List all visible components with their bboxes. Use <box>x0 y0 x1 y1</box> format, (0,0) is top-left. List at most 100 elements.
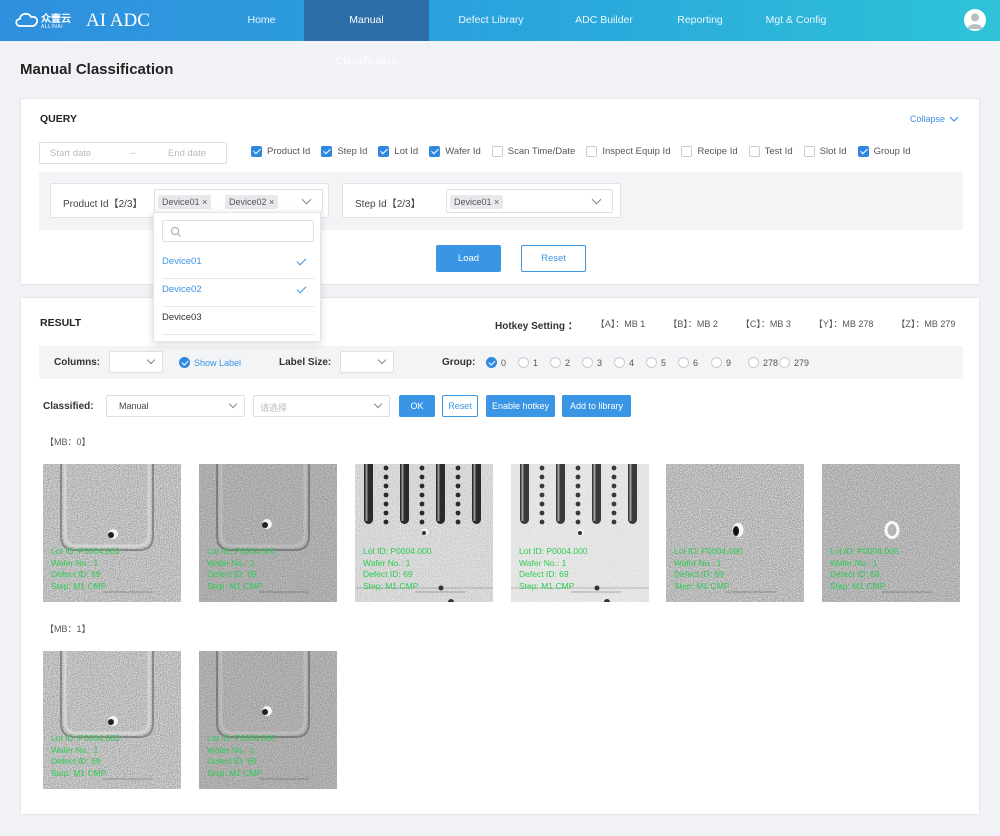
defect-image-label-line: Defect ID: 69 <box>830 569 880 579</box>
defect-image-label-line: Step: M1 CMP <box>519 580 575 591</box>
nav-item-mgt-config[interactable]: Mgt & Config <box>745 0 847 41</box>
defect-image-thumbnail[interactable]: Lot ID: P0004.000 Wafer No.: 1 Defect ID: … <box>822 464 960 602</box>
column-checkbox-test-id[interactable]: Test Id <box>748 146 793 157</box>
column-checkbox-scan-time-date[interactable]: Scan Time/Date <box>491 146 575 157</box>
group-radio-3[interactable]: 3 <box>582 357 602 368</box>
defect-image-thumbnail[interactable]: Lot ID: P0004.000 Wafer No.: 1 Defect ID: … <box>199 651 337 789</box>
group-radio-label: 9 <box>726 357 732 368</box>
enable-hotkey-button[interactable]: Enable hotkey <box>486 395 555 417</box>
display-options-bar: Columns: Show Label Label Size: Group: 0… <box>39 346 963 379</box>
defect-image-label-line: Defect ID: 69 <box>51 569 101 579</box>
show-label-toggle[interactable]: Show Label <box>179 357 241 368</box>
dropdown-search-input[interactable] <box>162 220 314 242</box>
classified-value: Manual <box>119 401 149 411</box>
label-size-label: Label Size: <box>279 357 332 368</box>
column-checkbox-lot-id[interactable]: Lot Id <box>378 146 418 157</box>
group-radio-5[interactable]: 5 <box>646 357 666 368</box>
end-date-input[interactable]: End date <box>168 148 206 159</box>
step-tag-label: Device01 <box>454 197 492 207</box>
secondary-select[interactable]: 请选择 <box>253 395 390 417</box>
defect-image-label-line: Wafer No.: 1 <box>674 557 722 568</box>
dropdown-option-device03[interactable]: Device03 <box>162 307 314 335</box>
start-date-input[interactable]: Start date <box>50 148 91 159</box>
date-separator: -- <box>130 147 137 159</box>
check-circle-icon <box>179 357 190 368</box>
checkbox-label: Inspect Equip Id <box>602 146 671 157</box>
group-radio-2[interactable]: 2 <box>550 357 570 368</box>
group-radio-4[interactable]: 4 <box>614 357 634 368</box>
defect-image-label-line: Lot ID: P0004.000 <box>207 733 276 743</box>
defect-image-label-line: Step: M1 CMP <box>51 767 107 778</box>
defect-image-label-line: Defect ID: 69 <box>519 569 569 579</box>
chevron-down-icon <box>146 355 156 365</box>
checkbox-icon <box>429 146 441 157</box>
column-checkbox-inspect-equip-id[interactable]: Inspect Equip Id <box>586 146 670 157</box>
chevron-down-icon <box>373 399 383 409</box>
load-button[interactable]: Load <box>436 245 501 272</box>
defect-image-label-line: Wafer No.: 1 <box>363 557 411 568</box>
dropdown-option-device02[interactable]: Device02 <box>162 279 314 307</box>
dropdown-option-device01[interactable]: Device01 <box>162 251 314 279</box>
product-id-select[interactable]: Device01 × Device02 × <box>154 189 323 213</box>
app-title: AI ADC <box>86 10 150 31</box>
group-radio-0[interactable]: 0 <box>486 357 506 368</box>
label-size-select[interactable] <box>340 351 394 373</box>
column-checkbox-group-id[interactable]: Group Id <box>857 146 911 157</box>
classified-select[interactable]: Manual <box>106 395 245 417</box>
product-tag-device02[interactable]: Device02 × <box>225 195 279 209</box>
column-checkbox-wafer-id[interactable]: Wafer Id <box>429 146 481 157</box>
checkbox-label: Product Id <box>267 146 311 157</box>
defect-image-thumbnail[interactable]: Lot ID: P0004.000 Wafer No.: 1 Defect ID: … <box>511 464 649 602</box>
query-reset-button[interactable]: Reset <box>521 245 586 272</box>
column-checkbox-step-id[interactable]: Step Id <box>321 146 367 157</box>
group-radio-label: 5 <box>661 357 667 368</box>
product-id-filter-label: Product Id【2/3】 <box>63 199 143 210</box>
product-tag-device01[interactable]: Device01 × <box>158 195 212 209</box>
ok-button[interactable]: OK <box>399 395 435 417</box>
defect-image-label-line: Step: M1 CMP <box>674 580 730 591</box>
column-checkbox-slot-id[interactable]: Slot Id <box>803 146 847 157</box>
checkbox-label: Step Id <box>337 146 368 157</box>
checkbox-label: Group Id <box>873 146 911 157</box>
product-tag-label: Device01 <box>162 197 200 207</box>
result-reset-button[interactable]: Reset <box>442 395 478 417</box>
group-radio-label: 2 <box>565 357 571 368</box>
nav-item-defect-library[interactable]: Defect Library <box>429 0 553 41</box>
step-id-select[interactable]: Device01 × <box>446 189 613 213</box>
radio-icon <box>518 357 529 368</box>
group-radio-9[interactable]: 9 <box>711 357 731 368</box>
defect-image-thumbnail[interactable]: Lot ID: P0004.000 Wafer No.: 1 Defect ID: … <box>199 464 337 602</box>
chevron-down-icon <box>228 399 238 409</box>
nav-item-home[interactable]: Home <box>219 0 304 41</box>
product-tag-label: Device02 <box>229 197 267 207</box>
group-radio-278[interactable]: 278 <box>748 357 778 368</box>
group-radio-279[interactable]: 279 <box>779 357 809 368</box>
column-checkbox-product-id[interactable]: Product Id <box>251 146 310 157</box>
date-range-picker[interactable]: Start date -- End date <box>39 142 227 164</box>
collapse-toggle[interactable]: Collapse <box>910 114 959 124</box>
columns-select[interactable] <box>109 351 163 373</box>
defect-image-label-line: Lot ID: P0004.000 <box>51 546 120 556</box>
defect-image-thumbnail[interactable]: Lot ID: P0004.000 Wafer No.: 1 Defect ID: … <box>666 464 804 602</box>
user-avatar-icon[interactable] <box>964 9 986 31</box>
step-id-filter: Step Id【2/3】 Device01 × <box>342 183 621 218</box>
nav-item-reporting[interactable]: Reporting <box>655 0 745 41</box>
defect-image-label-line: Step: M1 CMP <box>207 767 263 778</box>
defect-image-label-line: Defect ID: 69 <box>51 756 101 766</box>
checkbox-label: Recipe Id <box>697 146 738 157</box>
defect-image-thumbnail[interactable]: Lot ID: P0004.000 Wafer No.: 1 Defect ID: … <box>43 651 181 789</box>
group-radio-label: 1 <box>533 357 539 368</box>
brand-logo[interactable]: 众壹云 ALLINAI AI ADC <box>14 8 150 34</box>
chevron-down-icon <box>377 355 387 365</box>
group-radio-1[interactable]: 1 <box>518 357 538 368</box>
add-to-library-button[interactable]: Add to library <box>562 395 631 417</box>
defect-image-thumbnail[interactable]: Lot ID: P0004.000 Wafer No.: 1 Defect ID: … <box>355 464 493 602</box>
hotkey-item: 【B】：MB 2 <box>668 319 718 329</box>
group-radio-label: 278 <box>763 357 779 368</box>
nav-item-adc-builder[interactable]: ADC Builder <box>553 0 655 41</box>
nav-item-manual-classification[interactable]: Manual Classification <box>304 0 429 67</box>
column-checkbox-recipe-id[interactable]: Recipe Id <box>681 146 738 157</box>
step-tag-device01[interactable]: Device01 × <box>450 195 504 209</box>
group-radio-6[interactable]: 6 <box>678 357 698 368</box>
defect-image-thumbnail[interactable]: Lot ID: P0004.000 Wafer No.: 1 Defect ID: … <box>43 464 181 602</box>
